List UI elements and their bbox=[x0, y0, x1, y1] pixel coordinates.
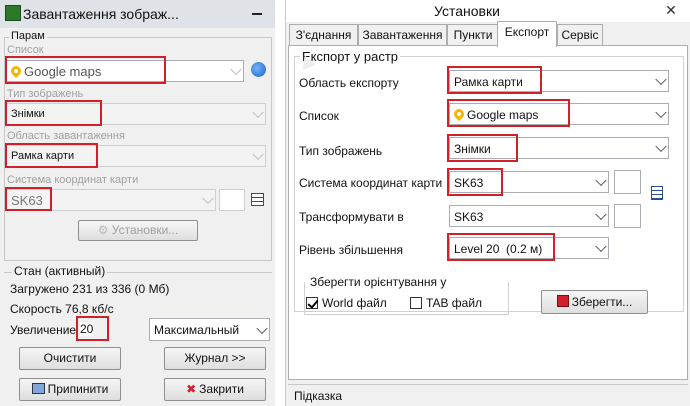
save-button-label: Зберегти... bbox=[571, 295, 633, 309]
close-icon: ✖ bbox=[186, 382, 197, 396]
settings-button-label: Установки... bbox=[111, 223, 179, 237]
tab-connection[interactable]: З'єднання bbox=[289, 24, 358, 45]
highlight-box bbox=[447, 66, 542, 94]
left-title-bar[interactable]: Завантаження зображ... bbox=[0, 0, 275, 28]
chevron-down-icon bbox=[655, 106, 667, 119]
zoom-label: Увеличение bbox=[10, 323, 77, 337]
chevron-down-icon bbox=[252, 148, 264, 161]
tab-file-checkbox[interactable]: TAB файл bbox=[410, 296, 482, 310]
image-type-label: Тип зображень bbox=[7, 88, 84, 100]
highlight-box bbox=[5, 187, 52, 211]
table-icon[interactable] bbox=[251, 193, 264, 206]
hint-label: Підказка bbox=[294, 389, 343, 403]
status-title: Стан (активный) bbox=[12, 264, 108, 278]
list-label: Список bbox=[7, 44, 44, 56]
left-window-title: Завантаження зображ... bbox=[23, 6, 179, 22]
world-file-label: World файл bbox=[322, 296, 387, 310]
highlight-box bbox=[447, 168, 503, 196]
globe-icon[interactable] bbox=[251, 62, 266, 77]
export-crs-extra-field[interactable] bbox=[614, 170, 641, 194]
highlight-box bbox=[447, 99, 570, 127]
chevron-down-icon bbox=[256, 322, 268, 334]
zoom-mode-combo[interactable]: Максимальный bbox=[149, 318, 270, 341]
gear-icon: ⚙ bbox=[97, 223, 109, 237]
right-window-title: Установки bbox=[434, 3, 500, 19]
log-button[interactable]: Журнал >> bbox=[164, 347, 266, 370]
chevron-down-icon bbox=[655, 73, 667, 86]
table-icon[interactable] bbox=[651, 186, 663, 200]
right-title-bar[interactable]: Установки ✕ bbox=[286, 0, 690, 22]
orientation-group-label: Зберегти орієнтування у bbox=[308, 275, 449, 289]
chevron-down-icon bbox=[252, 106, 264, 119]
clear-button-label: Очистити bbox=[43, 351, 97, 365]
export-crs-label: Система координат карти bbox=[299, 176, 443, 190]
chevron-down-icon bbox=[202, 192, 214, 205]
close-icon[interactable]: ✕ bbox=[664, 3, 678, 17]
clear-button[interactable]: Очистити bbox=[19, 347, 121, 370]
chevron-down-icon bbox=[655, 140, 667, 153]
highlight-box bbox=[447, 233, 555, 261]
highlight-box bbox=[5, 56, 166, 84]
computer-icon bbox=[31, 383, 45, 394]
transform-value: SK63 bbox=[454, 210, 484, 224]
status-speed: Скорость 76,8 кб/с bbox=[10, 302, 114, 316]
zoom-level-label: Рівень збільшення bbox=[299, 243, 404, 257]
stop-button-label: Припинити bbox=[47, 382, 109, 396]
right-window: Установки ✕ З'єднання Завантаження Пункт… bbox=[285, 0, 690, 406]
area-label: Область завантаження bbox=[7, 130, 125, 142]
zoom-mode-value: Максимальный bbox=[154, 323, 240, 337]
export-image-type-label: Тип зображень bbox=[299, 144, 383, 158]
tab-service-label: Сервіс bbox=[561, 28, 599, 42]
app-icon bbox=[5, 5, 21, 21]
tab-export-label: Експорт bbox=[504, 25, 550, 39]
minimize-icon bbox=[252, 13, 262, 15]
crs-label: Система координат карти bbox=[7, 174, 139, 186]
tab-download-label: Завантаження bbox=[362, 28, 443, 42]
minimize-button[interactable] bbox=[246, 7, 270, 21]
world-file-checkbox[interactable]: World файл bbox=[306, 296, 387, 310]
status-loaded: Загружено 231 из 336 (0 Мб) bbox=[10, 282, 170, 296]
tab-download[interactable]: Завантаження bbox=[358, 24, 447, 45]
window-gap bbox=[275, 0, 285, 406]
export-list-label: Список bbox=[299, 109, 339, 123]
floppy-disk-icon bbox=[556, 295, 569, 307]
tab-connection-label: З'єднання bbox=[295, 28, 352, 42]
tab-export[interactable]: Експорт bbox=[497, 21, 557, 47]
tab-points[interactable]: Пункти bbox=[447, 24, 499, 45]
chevron-down-icon bbox=[595, 208, 607, 221]
export-area-label: Область експорту bbox=[299, 76, 399, 90]
settings-button[interactable]: ⚙ Установки... bbox=[78, 220, 198, 241]
left-window: Завантаження зображ... Парам Список Goog… bbox=[0, 0, 275, 406]
transform-combo[interactable]: SK63 bbox=[449, 205, 609, 227]
transform-extra-field[interactable] bbox=[614, 204, 641, 228]
export-raster-group-label: Експорт у растр bbox=[300, 49, 401, 64]
tab-file-label: TAB файл bbox=[426, 296, 483, 310]
transform-label: Трансформувати в bbox=[299, 210, 404, 224]
checkbox-checked-icon bbox=[306, 297, 318, 309]
crs-extra-field[interactable] bbox=[219, 189, 245, 211]
close-button-label: Закрити bbox=[199, 382, 244, 396]
save-button[interactable]: Зберегти... bbox=[541, 290, 648, 314]
highlight-box bbox=[5, 100, 102, 126]
chevron-down-icon bbox=[595, 174, 607, 187]
tab-service[interactable]: Сервіс bbox=[557, 24, 603, 45]
left-params-group-label: Парам bbox=[9, 30, 47, 42]
chevron-down-icon bbox=[595, 240, 607, 253]
hint-separator bbox=[288, 384, 688, 385]
checkbox-unchecked-icon bbox=[410, 297, 422, 309]
highlight-box bbox=[5, 143, 98, 168]
highlight-box bbox=[76, 316, 109, 341]
tab-points-label: Пункти bbox=[453, 28, 493, 42]
chevron-down-icon bbox=[230, 63, 242, 76]
close-button[interactable]: ✖ Закрити bbox=[164, 378, 266, 401]
highlight-box bbox=[447, 134, 518, 162]
log-button-label: Журнал >> bbox=[184, 351, 246, 365]
stop-button[interactable]: Припинити bbox=[19, 378, 121, 401]
